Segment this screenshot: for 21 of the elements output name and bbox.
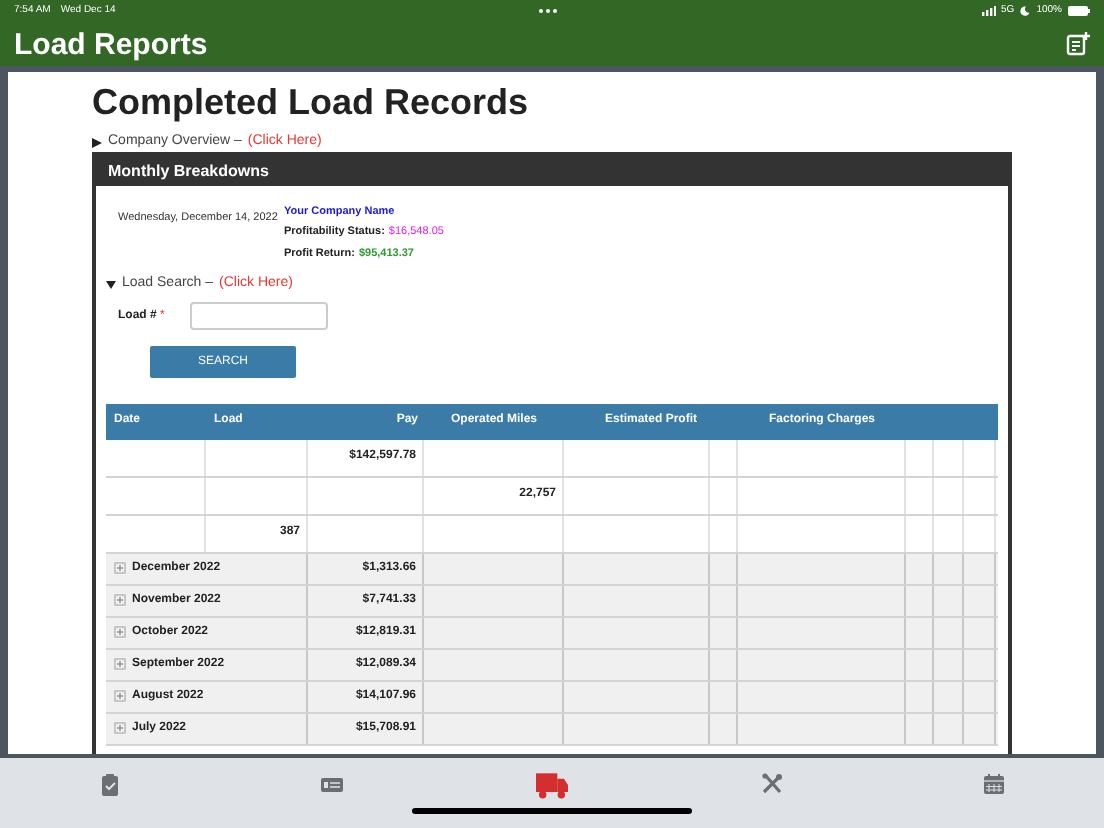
expand-icon[interactable] xyxy=(114,626,126,639)
clipboard-check-icon[interactable] xyxy=(98,771,123,795)
expand-icon[interactable] xyxy=(114,594,126,607)
disclosure-icon[interactable] xyxy=(106,279,116,289)
load-number-field[interactable] xyxy=(190,302,328,331)
page-heading: Completed Load Records xyxy=(92,80,531,124)
moon-icon xyxy=(1020,6,1031,16)
expand-icon[interactable] xyxy=(114,658,126,671)
panel-title: Monthly Breakdowns xyxy=(96,156,1008,186)
truck-icon[interactable] xyxy=(536,767,569,799)
calendar-icon[interactable] xyxy=(981,771,1006,795)
signal-icon xyxy=(981,6,996,16)
expand-icon[interactable] xyxy=(114,690,126,703)
battery-icon xyxy=(1068,6,1090,16)
more-icon xyxy=(538,8,559,14)
app-title: Load Reports xyxy=(14,29,208,59)
tools-icon[interactable] xyxy=(760,771,785,795)
disclosure-icon[interactable] xyxy=(92,138,102,148)
expand-icon[interactable] xyxy=(114,562,126,575)
expand-icon[interactable] xyxy=(114,722,126,735)
add-note-icon[interactable] xyxy=(1066,32,1090,56)
